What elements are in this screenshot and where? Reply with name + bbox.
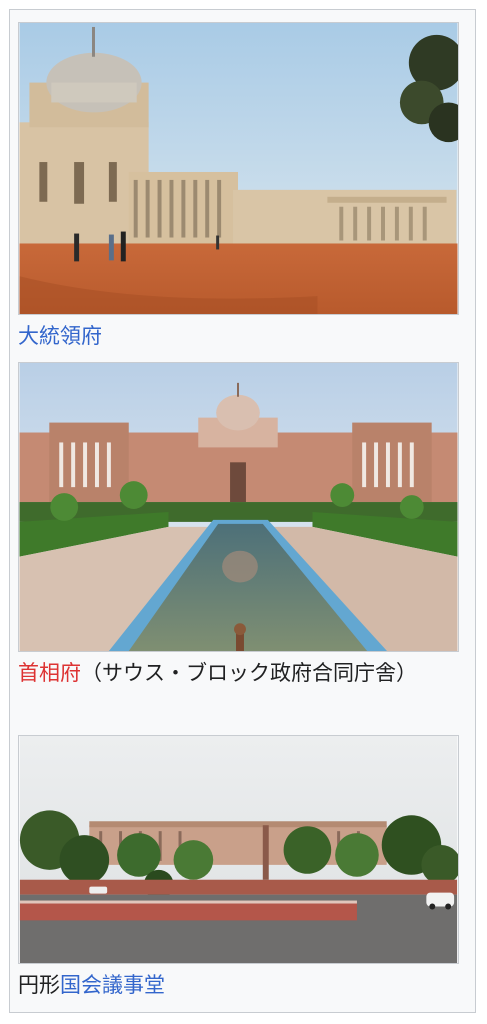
north-south-block-photo[interactable] (18, 362, 459, 652)
parliament-link[interactable]: 国会議事堂 (60, 973, 165, 997)
image-gallery: 大統領府 首相府（サウス・ブロック政府合同庁舎） 円形国会議事堂 (9, 9, 476, 1013)
presidential-palace-link[interactable]: 大統領府 (18, 324, 102, 348)
parliament-house-photo[interactable] (18, 735, 459, 964)
caption-prefix: 円形 (18, 973, 60, 997)
gallery-item-presidential-palace: 大統領府 (18, 22, 459, 351)
rashtrapati-bhavan-photo[interactable] (18, 22, 459, 315)
caption: 円形国会議事堂 (18, 970, 459, 1000)
prime-minister-office-link[interactable]: 首相府 (18, 661, 81, 685)
caption-note: （サウス・ブロック政府合同庁舎） (81, 661, 417, 685)
gallery-item-prime-minister-office: 首相府（サウス・ブロック政府合同庁舎） (18, 362, 459, 688)
caption: 大統領府 (18, 321, 459, 351)
caption: 首相府（サウス・ブロック政府合同庁舎） (18, 658, 459, 688)
gallery-item-parliament: 円形国会議事堂 (18, 735, 459, 1000)
